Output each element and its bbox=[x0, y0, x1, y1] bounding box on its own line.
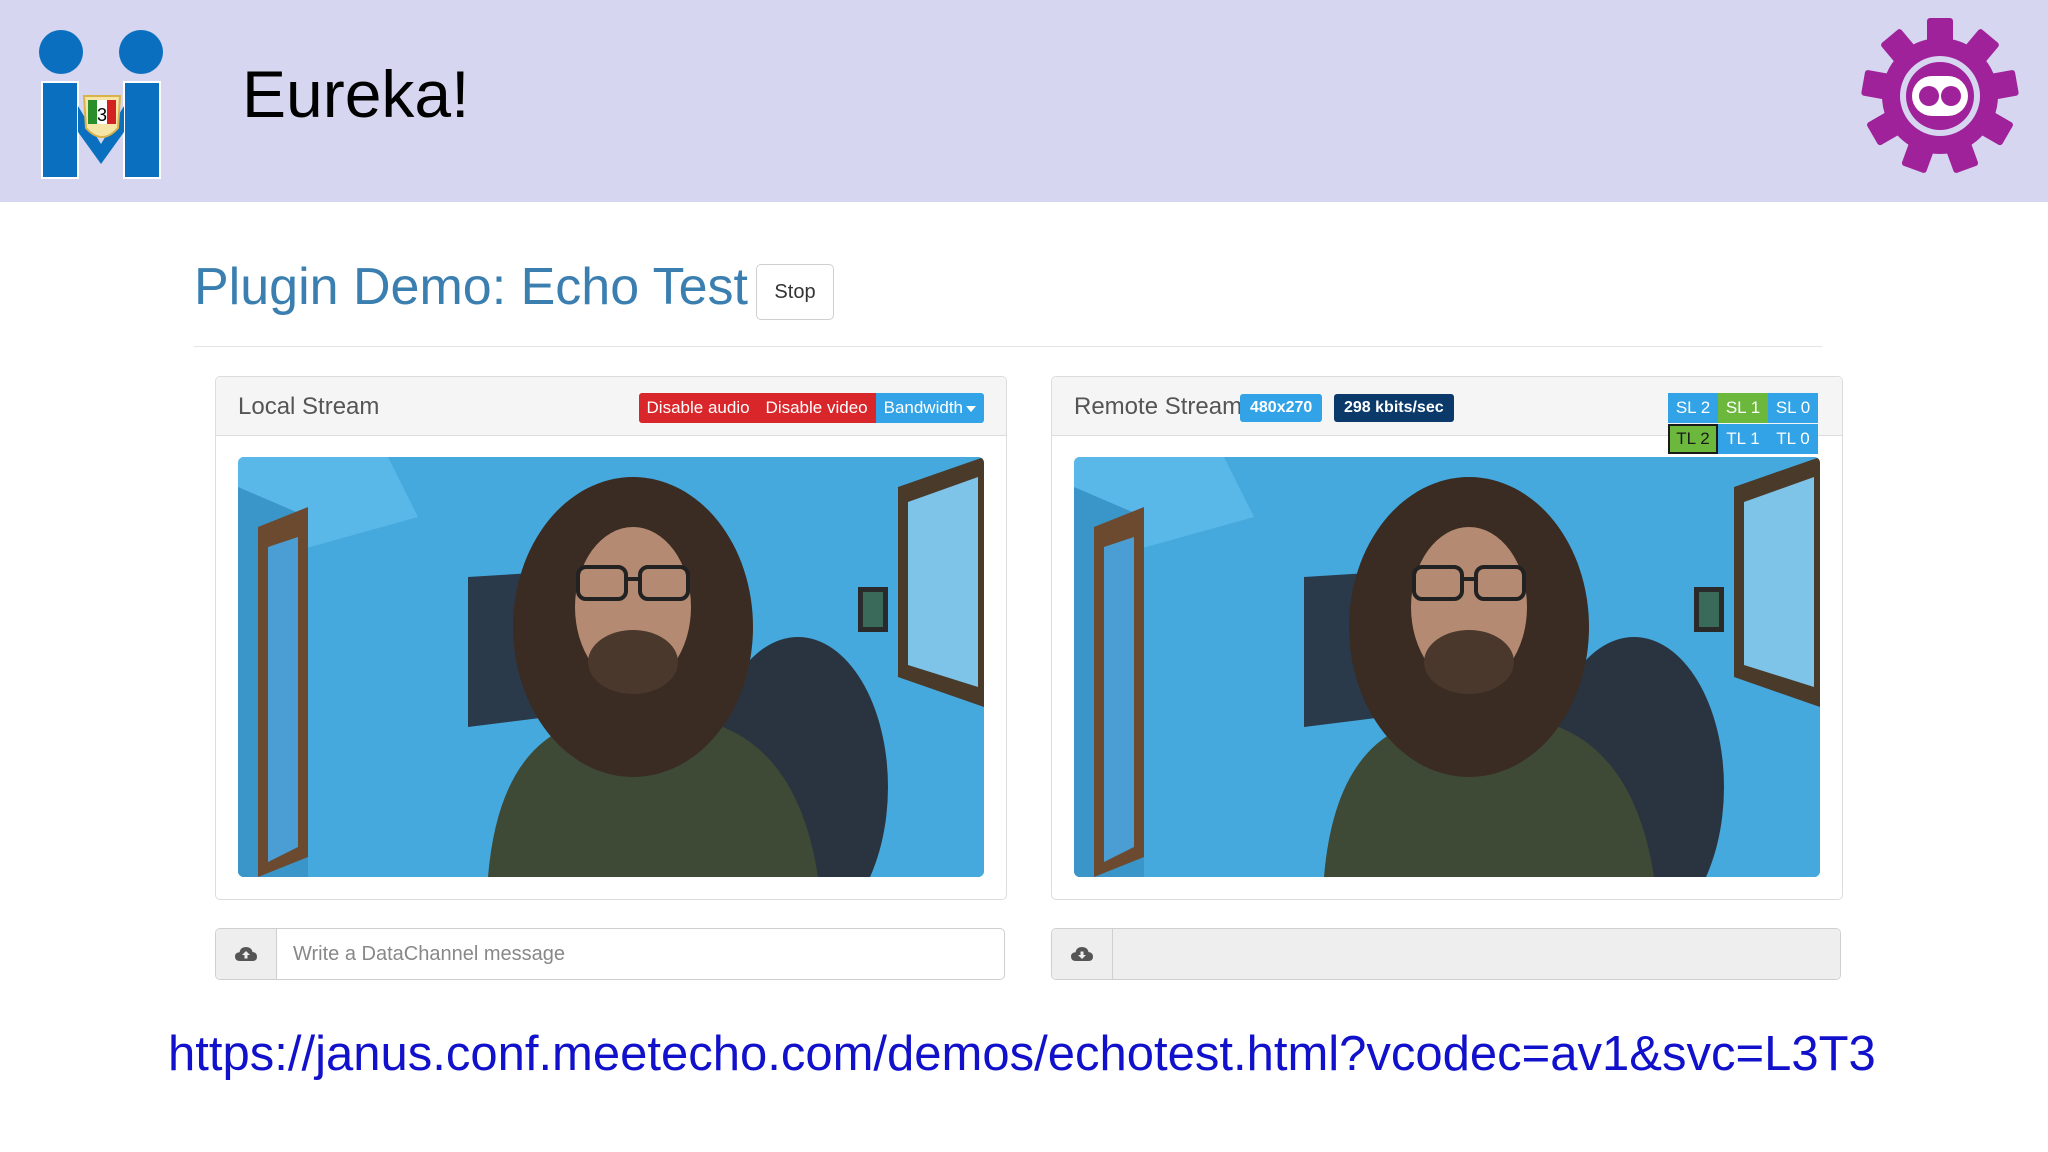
bandwidth-label: Bandwidth bbox=[883, 398, 963, 417]
bandwidth-dropdown[interactable]: Bandwidth bbox=[875, 393, 984, 423]
caret-down-icon bbox=[966, 406, 976, 412]
disable-video-button[interactable]: Disable video bbox=[757, 393, 876, 423]
webcam-frame-image bbox=[238, 457, 984, 877]
janus-gear-logo-icon bbox=[1861, 18, 2019, 173]
local-video bbox=[238, 457, 984, 877]
local-stream-header: Local Stream Disable audio Disable video… bbox=[216, 377, 1006, 436]
datachannel-send-group bbox=[215, 928, 1005, 980]
datachannel-receive-group bbox=[1051, 928, 1841, 980]
datachannel-received-field bbox=[1113, 929, 1840, 979]
stop-button[interactable]: Stop bbox=[756, 264, 834, 320]
bitrate-badge: 298 kbits/sec bbox=[1334, 394, 1454, 422]
spatial-layer-2-button[interactable]: SL 2 bbox=[1668, 393, 1718, 423]
remote-stream-panel: Remote Stream 480x270 298 kbits/sec SL 2… bbox=[1051, 376, 1843, 900]
heading-divider bbox=[194, 346, 1822, 347]
spatial-layer-1-button[interactable]: SL 1 bbox=[1718, 393, 1768, 423]
slide-header: 3 Eureka! bbox=[0, 0, 2048, 202]
local-stream-panel: Local Stream Disable audio Disable video… bbox=[215, 376, 1007, 900]
meetecho-logo-icon: 3 bbox=[39, 30, 163, 179]
remote-stream-header: Remote Stream 480x270 298 kbits/sec SL 2… bbox=[1052, 377, 1842, 454]
cloud-upload-icon bbox=[216, 929, 277, 979]
disable-audio-button[interactable]: Disable audio bbox=[638, 393, 758, 423]
temporal-layer-1-button[interactable]: TL 1 bbox=[1718, 424, 1768, 454]
resolution-badge: 480x270 bbox=[1240, 394, 1323, 422]
page-title: Plugin Demo: Echo Test bbox=[194, 258, 748, 316]
datachannel-message-input[interactable] bbox=[277, 929, 1004, 979]
slide-title: Eureka! bbox=[242, 57, 470, 131]
spatial-layer-selector: SL 2 SL 1 SL 0 bbox=[1668, 393, 1818, 423]
spatial-layer-0-button[interactable]: SL 0 bbox=[1768, 393, 1818, 423]
temporal-layer-2-button[interactable]: TL 2 bbox=[1668, 424, 1718, 454]
webcam-frame-image bbox=[1074, 457, 1820, 877]
local-controls: Disable audio Disable video Bandwidth bbox=[638, 393, 984, 423]
temporal-layer-0-button[interactable]: TL 0 bbox=[1768, 424, 1818, 454]
cloud-download-icon bbox=[1052, 929, 1113, 979]
remote-stream-title: Remote Stream bbox=[1074, 393, 1243, 420]
temporal-layer-selector: TL 2 TL 1 TL 0 bbox=[1668, 424, 1818, 454]
remote-video bbox=[1074, 457, 1820, 877]
svg-text:3: 3 bbox=[97, 105, 107, 125]
local-stream-title: Local Stream bbox=[238, 393, 380, 420]
demo-url-link[interactable]: https://janus.conf.meetecho.com/demos/ec… bbox=[168, 1022, 1876, 1086]
